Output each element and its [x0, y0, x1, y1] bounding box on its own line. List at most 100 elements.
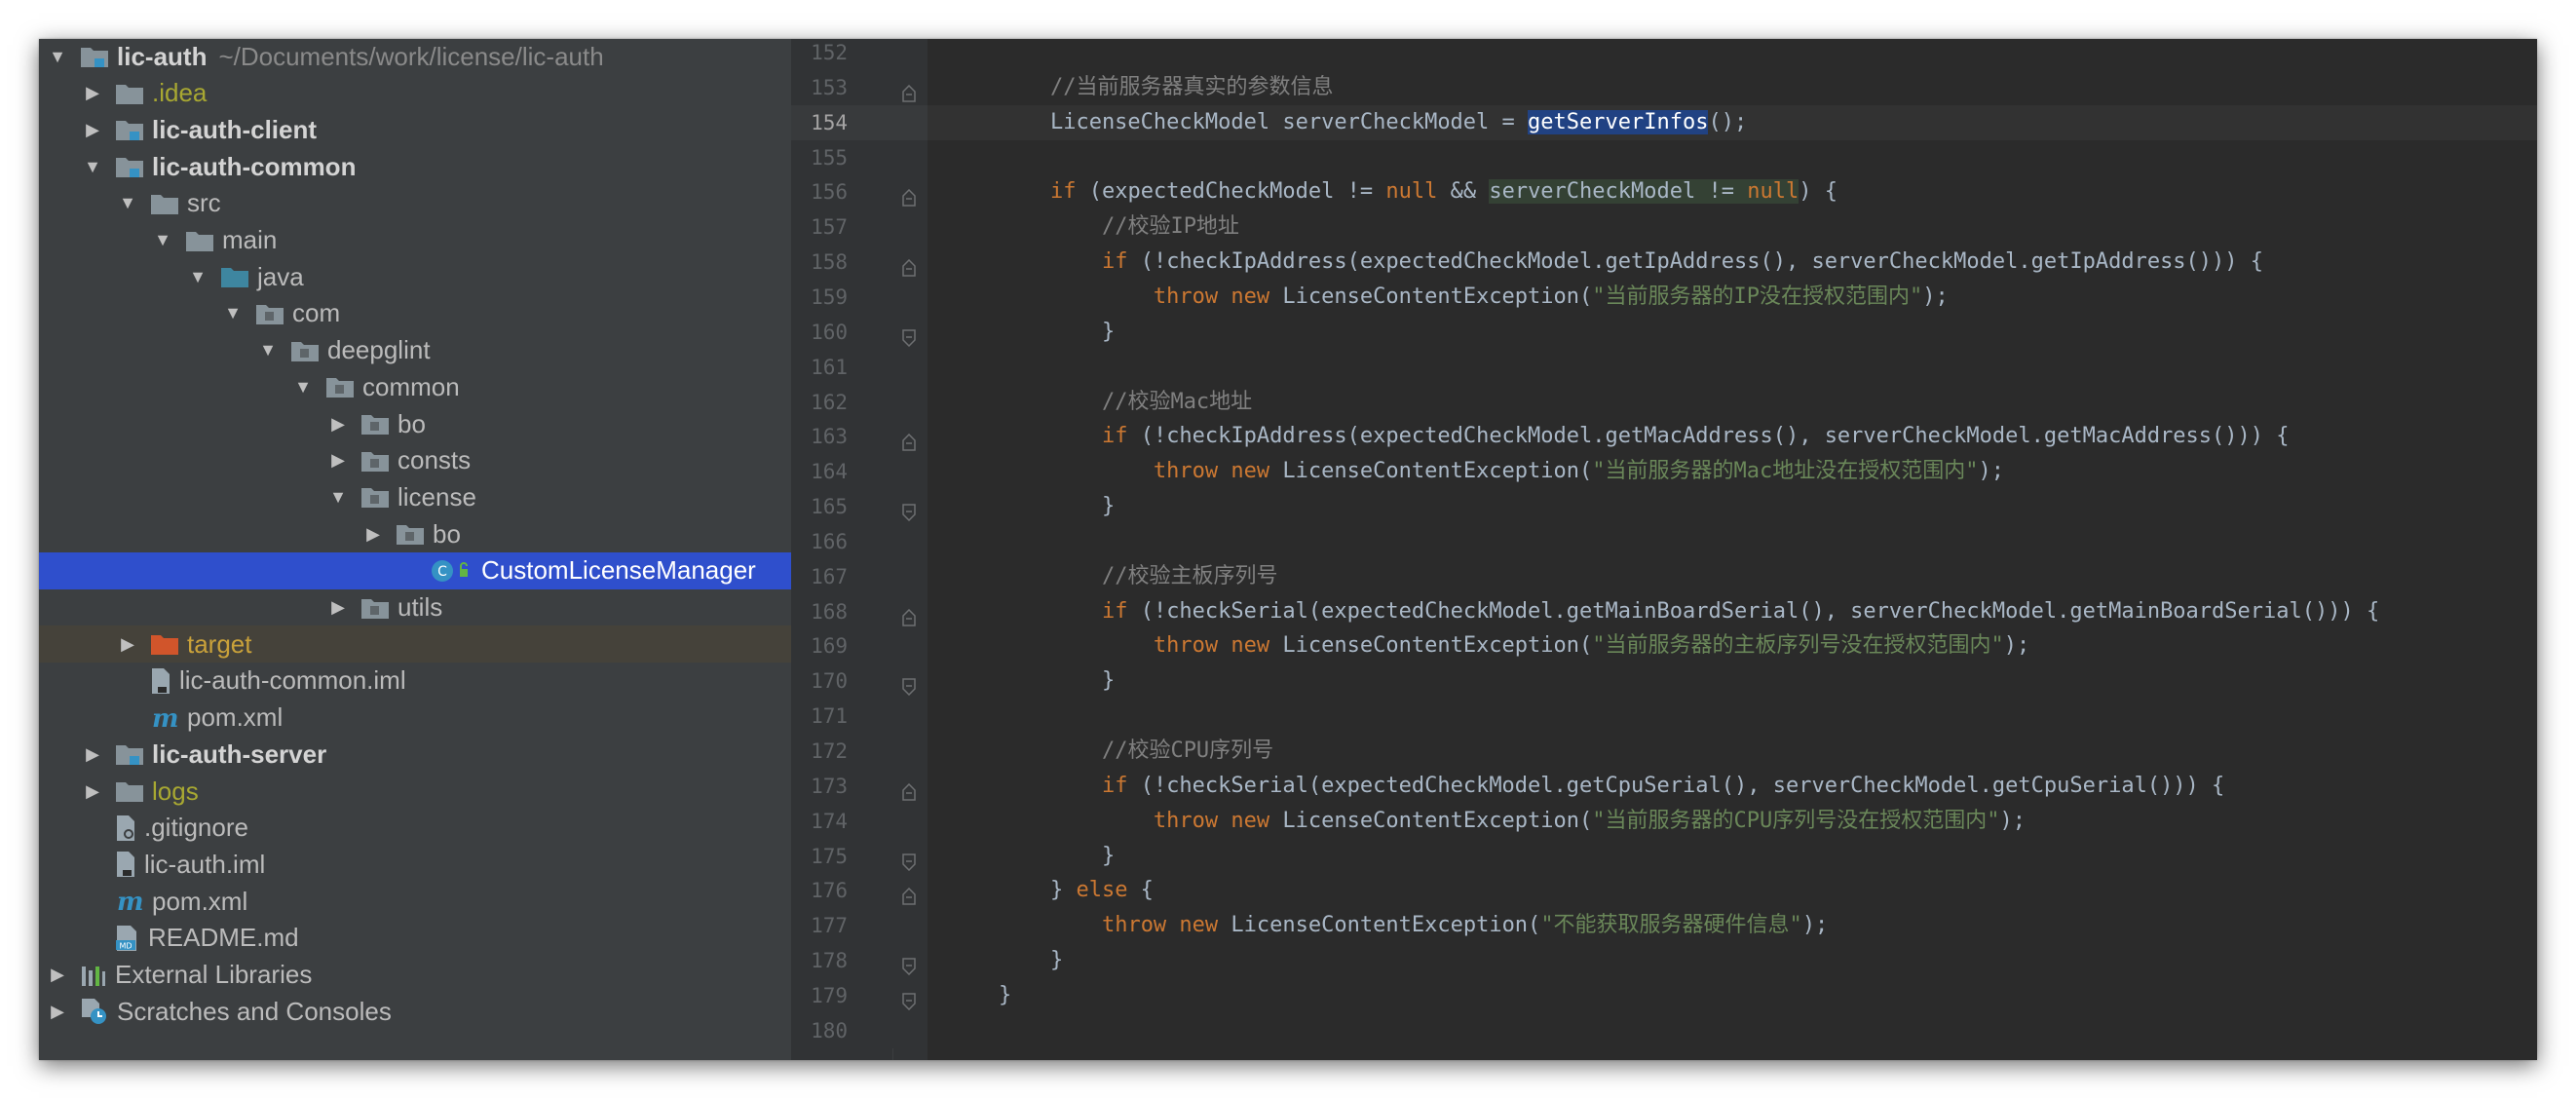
expand-arrow-icon[interactable]: ▶ [82, 116, 103, 143]
expand-arrow-icon[interactable]: ▶ [47, 962, 68, 989]
tree-item[interactable]: ▼ main [39, 222, 791, 259]
tree-item[interactable]: ▶ bo [39, 405, 791, 442]
expand-arrow-icon[interactable]: ▶ [327, 410, 349, 437]
code-line[interactable]: 161 [791, 349, 2537, 385]
code-line[interactable]: 154 LicenseCheckModel serverCheckModel =… [791, 104, 2537, 140]
tree-item[interactable]: ▶ utils [39, 589, 791, 626]
code-line[interactable]: 165 } [791, 489, 2537, 525]
tree-item[interactable]: ▶CCustomLicenseManager [39, 551, 791, 589]
collapse-arrow-icon[interactable]: ▼ [292, 373, 314, 400]
tree-item[interactable]: ▼ lic-auth-common [39, 148, 791, 185]
code-line[interactable]: 164 throw new LicenseContentException("当… [791, 454, 2537, 490]
tree-item[interactable]: ▶ External Libraries [39, 957, 791, 994]
code-line[interactable]: 175 } [791, 838, 2537, 874]
code-line[interactable]: 155 [791, 139, 2537, 175]
code-token: throw new [1153, 284, 1270, 309]
collapse-arrow-icon[interactable]: ▼ [82, 153, 103, 180]
code-line[interactable]: 176 } else { [791, 873, 2537, 909]
tree-item[interactable]: ▼ deepglint [39, 332, 791, 369]
expand-arrow-icon[interactable]: ▶ [327, 594, 349, 622]
expand-arrow-icon[interactable]: ▶ [327, 447, 349, 474]
expand-arrow-icon[interactable]: ▶ [82, 777, 103, 805]
expand-arrow-icon[interactable]: ▶ [362, 520, 384, 548]
code-line[interactable]: 153 //当前服务器真实的参数信息 [791, 69, 2537, 105]
expand-arrow-icon[interactable]: ▶ [82, 740, 103, 768]
tree-item[interactable]: ▶ Scratches and Consoles [39, 993, 791, 1030]
collapse-arrow-icon[interactable]: ▼ [327, 483, 349, 511]
code-line[interactable]: 158 if (!checkIpAddress(expectedCheckMod… [791, 245, 2537, 281]
ide-window: ▼ lic-auth ~/Documents/work/license/lic-au… [39, 39, 2537, 1060]
collapse-arrow-icon[interactable]: ▼ [257, 337, 279, 364]
code-line[interactable]: 174 throw new LicenseContentException("当… [791, 803, 2537, 839]
collapse-arrow-icon[interactable]: ▼ [187, 263, 208, 290]
tree-item[interactable]: ▼ com [39, 295, 791, 332]
expand-arrow-icon[interactable]: ▶ [82, 80, 103, 107]
fold-marker-icon[interactable] [902, 253, 916, 277]
collapse-arrow-icon[interactable]: ▼ [117, 190, 138, 217]
expand-arrow-icon[interactable]: ▶ [117, 630, 138, 658]
fold-marker-icon[interactable] [902, 777, 916, 801]
tree-item[interactable]: ▼ lic-auth ~/Documents/work/license/lic-au… [39, 39, 791, 75]
fold-marker-icon[interactable] [902, 183, 916, 208]
code-line[interactable]: 171 [791, 699, 2537, 735]
tree-item[interactable]: ▶ logs [39, 773, 791, 810]
code-line[interactable]: 163 if (!checkIpAddress(expectedCheckMod… [791, 419, 2537, 455]
code-line[interactable]: 179 } [791, 977, 2537, 1013]
code-line[interactable]: 168 if (!checkSerial(expectedCheckModel.… [791, 593, 2537, 629]
fold-marker-icon[interactable] [902, 987, 916, 1010]
tree-item[interactable]: ▶mpom.xml [39, 883, 791, 920]
tree-item[interactable]: ▶ bo [39, 515, 791, 552]
tree-item[interactable]: ▶ lic-auth-client [39, 111, 791, 148]
code-line[interactable]: 157 //校验IP地址 [791, 209, 2537, 246]
tree-item[interactable]: ▼ java [39, 258, 791, 295]
tree-item[interactable]: ▼ src [39, 185, 791, 222]
tree-item[interactable]: ▶lic-auth.iml [39, 846, 791, 883]
fold-marker-icon[interactable] [902, 428, 916, 452]
fold-marker-icon[interactable] [902, 672, 916, 697]
tree-item-label: java [257, 261, 304, 291]
code-token: ); [1922, 284, 1949, 309]
code-line[interactable]: 170 } [791, 663, 2537, 700]
collapse-arrow-icon[interactable]: ▼ [222, 300, 244, 327]
code-line[interactable]: 177 throw new LicenseContentException("不… [791, 908, 2537, 944]
tree-item[interactable]: ▶mpom.xml [39, 700, 791, 737]
code-line[interactable]: 166 [791, 523, 2537, 559]
tree-item[interactable]: ▶ target [39, 625, 791, 663]
code-line[interactable]: 160 } [791, 314, 2537, 350]
tree-item[interactable]: ▶ lic-auth-server [39, 736, 791, 773]
tree-item[interactable]: ▶MDREADME.md [39, 920, 791, 957]
code-line[interactable]: 180 [791, 1012, 2537, 1048]
fold-marker-icon[interactable] [902, 603, 916, 626]
expand-arrow-icon[interactable]: ▶ [47, 998, 68, 1025]
code-line[interactable]: 178 } [791, 943, 2537, 979]
collapse-arrow-icon[interactable]: ▼ [152, 227, 173, 254]
fold-marker-icon[interactable] [902, 848, 916, 871]
tree-item[interactable]: ▶lic-auth-common.iml [39, 663, 791, 700]
code-line[interactable]: 173 if (!checkSerial(expectedCheckModel.… [791, 768, 2537, 804]
tree-item[interactable]: ▶ .idea [39, 75, 791, 112]
fold-marker-icon[interactable] [902, 882, 916, 906]
code-token: throw new [1153, 459, 1270, 484]
code-line[interactable]: 156 if (expectedCheckModel != null && se… [791, 174, 2537, 210]
code-editor[interactable]: 152 153 //当前服务器真实的参数信息 154 LicenseCheckMod… [791, 39, 2537, 1060]
fold-marker-icon[interactable] [902, 323, 916, 347]
code-line[interactable]: 162 //校验Mac地址 [791, 384, 2537, 420]
code-line[interactable]: 159 throw new LicenseContentException("当… [791, 279, 2537, 315]
code-line[interactable]: 167 //校验主板序列号 [791, 558, 2537, 594]
collapse-arrow-icon[interactable]: ▼ [47, 43, 68, 70]
fold-marker-icon[interactable] [902, 952, 916, 976]
code-line[interactable]: 169 throw new LicenseContentException("当… [791, 628, 2537, 664]
maven-icon: m [115, 888, 144, 915]
code-token: if [1049, 179, 1077, 205]
folder-icon [115, 82, 144, 105]
fold-marker-icon[interactable] [902, 498, 916, 522]
tree-item[interactable]: ▼ license [39, 478, 791, 515]
code-line[interactable]: 152 [791, 39, 2537, 70]
fold-marker-icon[interactable] [902, 79, 916, 102]
tree-item[interactable]: ▼ common [39, 368, 791, 405]
tree-item[interactable]: ▶ consts [39, 442, 791, 479]
tree-item-label: Scratches and Consoles [117, 996, 392, 1026]
tree-item[interactable]: ▶.gitignore [39, 810, 791, 847]
code-line[interactable]: 172 //校验CPU序列号 [791, 734, 2537, 769]
